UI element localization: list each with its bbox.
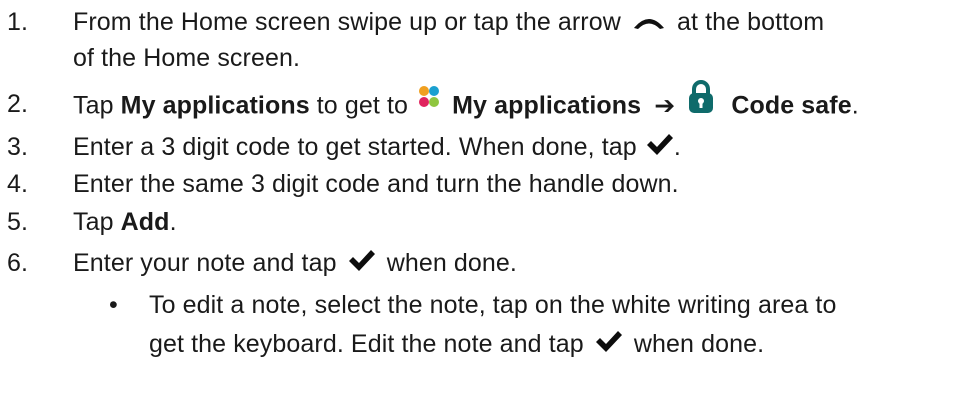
step-number: 3.	[7, 133, 29, 161]
instruction-list: 1. From the Home screen swipe up or tap …	[7, 8, 859, 358]
apps-icon	[419, 86, 440, 107]
step-text: Enter a 3 digit code to get started. Whe…	[73, 133, 681, 161]
step-number: 6.	[7, 249, 29, 277]
checkmark-icon	[595, 331, 622, 353]
step-text: Enter your note and tap when done.	[73, 249, 517, 277]
step-text: From the Home screen swipe up or tap the…	[73, 8, 825, 36]
step-text: Tap My applications to get to My applica…	[73, 80, 859, 124]
step-text: Tap Add.	[73, 208, 177, 236]
step-number: 2.	[7, 90, 29, 118]
step-number: 5.	[7, 208, 29, 236]
sub-bullet-text-line2: get the keyboard. Edit the note and tap …	[149, 330, 765, 358]
bullet-marker: •	[109, 291, 118, 319]
sub-bullet-text: To edit a note, select the note, tap on …	[149, 291, 837, 319]
step-number: 1.	[7, 8, 29, 36]
add-label: Add	[120, 208, 170, 236]
checkmark-icon	[646, 134, 673, 156]
step-text: Enter the same 3 digit code and turn the…	[73, 170, 679, 198]
my-applications-label: My applications	[120, 91, 310, 120]
my-applications-destination: My applications	[452, 91, 642, 120]
code-safe-label: Code safe	[731, 91, 852, 120]
arrow-icon: ➔	[654, 91, 676, 120]
chevron-up-icon	[633, 19, 664, 30]
checkmark-icon	[348, 250, 375, 272]
padlock-icon	[689, 80, 714, 113]
step-number: 4.	[7, 170, 29, 198]
